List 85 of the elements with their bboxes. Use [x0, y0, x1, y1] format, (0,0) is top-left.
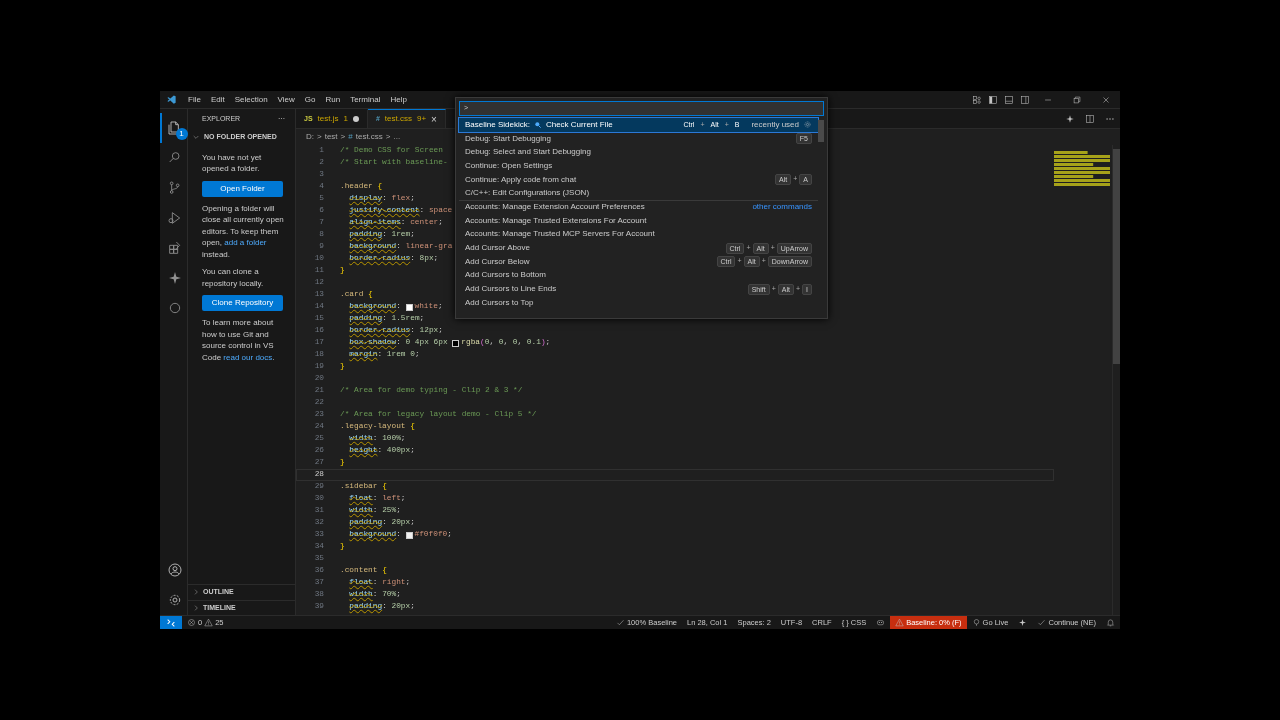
command-row[interactable]: Accounts: Manage Trusted Extensions For Account — [459, 213, 818, 228]
remote-button[interactable] — [160, 616, 182, 629]
robot-icon[interactable] — [876, 618, 886, 627]
count-badge: 1 — [175, 128, 188, 140]
layout-icon[interactable] — [972, 94, 982, 105]
paragraph: You have not yet opened a folder. — [201, 151, 263, 175]
command-label: Add Cursors to Line Ends — [465, 283, 557, 296]
app-logo-icon — [166, 94, 177, 105]
menu-item[interactable]: Terminal — [345, 93, 386, 106]
command-label: Add Cursor Below — [465, 255, 530, 268]
sidebar-toggle-icon[interactable] — [988, 94, 998, 105]
command-label: Accounts: Manage Extension Account Preferences — [465, 201, 645, 214]
breadcrumb-item[interactable]: > — [385, 131, 391, 143]
command-label: Accounts: Manage Trusted MCP Servers For Account — [465, 228, 655, 241]
paragraph: Opening a folder will close all currently open editors. To keep them open, add a folder instead. — [201, 202, 285, 260]
check-icon — [1037, 618, 1047, 627]
command-label: Accounts: Manage Trusted Extensions For Account — [465, 214, 647, 227]
close-tab-button[interactable]: × — [431, 111, 437, 127]
action-button[interactable]: Clone Repository — [202, 295, 283, 311]
color-swatch[interactable] — [405, 303, 413, 311]
breadcrumb-separator: test.css — [355, 131, 383, 143]
menu-item[interactable]: Go — [299, 93, 321, 106]
minimap-drawing — [1054, 149, 1110, 189]
command-label: Debug: Start Debugging — [465, 132, 551, 145]
sparkle-icon[interactable] — [1018, 618, 1028, 627]
action-button[interactable]: Open Folder — [202, 180, 283, 197]
breadcrumb-item[interactable]: test — [324, 131, 338, 143]
settings-icon[interactable] — [803, 120, 812, 130]
sparkle-icon[interactable] — [1065, 114, 1075, 124]
play-bug-icon[interactable] — [166, 210, 183, 226]
command-label: Add Cursors to Bottom — [465, 269, 546, 282]
breadcrumb-item[interactable]: D: — [306, 131, 314, 143]
command-label: Add Cursor Above — [465, 242, 530, 255]
warning-icon — [204, 618, 214, 627]
command-row[interactable]: Continue: Open Settings — [459, 159, 818, 173]
command-row[interactable]: Add Cursors to Top — [459, 295, 818, 310]
secondary-sidebar-icon[interactable] — [1020, 94, 1030, 105]
link[interactable]: add a folder — [224, 238, 267, 247]
breadcrumb-item[interactable]: # — [348, 131, 353, 143]
command-row[interactable]: Add Cursors to Bottom — [459, 268, 818, 283]
close-icon[interactable] — [1101, 94, 1111, 105]
error-icon — [187, 618, 196, 627]
link[interactable]: other commands — [752, 201, 812, 214]
command-label: Add Cursors to Top — [465, 296, 534, 309]
scrollbar-thumb[interactable] — [818, 120, 824, 142]
command-row[interactable]: Accounts: Manage Extension Account Preferences other commands — [459, 200, 818, 214]
account-icon[interactable] — [166, 562, 183, 578]
scrollbar-thumb[interactable] — [1113, 149, 1120, 364]
command-label: Debug: Select and Start Debugging — [465, 146, 591, 159]
color-swatch[interactable] — [405, 531, 413, 539]
command-label: Continue: Open Settings — [465, 159, 553, 172]
paragraph: You can clone a repository locally. — [201, 266, 265, 289]
broadcast-icon — [971, 618, 981, 627]
tab-label: test.js — [317, 113, 339, 125]
blocks-icon[interactable] — [166, 240, 183, 256]
panel-toggle-icon[interactable] — [1004, 94, 1014, 105]
command-label: C/C++: Edit Configurations (JSON) — [465, 187, 590, 200]
paragraph: To learn more about how to use Git and source control in VS Code read our docs. — [201, 317, 276, 363]
command-row[interactable]: Accounts: Manage Trusted MCP Servers For Account — [459, 227, 818, 242]
command-label: Continue: Apply code from chat — [465, 173, 577, 186]
problem-count: 9+ — [416, 113, 427, 125]
menu-item[interactable]: Edit — [205, 93, 230, 106]
remote-icon — [166, 617, 176, 628]
tab-label: test.css — [384, 113, 412, 125]
breadcrumb-separator: > — [317, 131, 322, 143]
menu-item[interactable]: Help — [385, 93, 412, 106]
split-editor-icon[interactable] — [1085, 114, 1095, 124]
command-row[interactable]: C/C++: Edit Configurations (JSON) — [459, 186, 818, 201]
command-label: Baseline Sidekick: — [465, 118, 530, 131]
restore-icon[interactable] — [1072, 94, 1082, 105]
warning-icon — [895, 618, 905, 627]
color-swatch[interactable] — [452, 339, 460, 347]
command-label: Check Current File — [545, 118, 613, 131]
group-label: recently used — [751, 118, 799, 131]
menu-item[interactable]: Selection — [229, 93, 273, 106]
menu-item[interactable]: File — [183, 93, 206, 106]
check-icon — [615, 618, 625, 627]
menu-item[interactable]: Run — [320, 93, 346, 106]
problem-count: 1 — [343, 113, 348, 125]
breadcrumb-separator: > — [340, 131, 346, 143]
menu-item[interactable]: View — [272, 93, 300, 106]
breadcrumb-separator: ... — [393, 131, 401, 143]
command-row[interactable]: Debug: Select and Start Debugging — [459, 145, 818, 160]
bell-icon[interactable] — [1106, 618, 1115, 627]
search-icon — [533, 120, 542, 129]
